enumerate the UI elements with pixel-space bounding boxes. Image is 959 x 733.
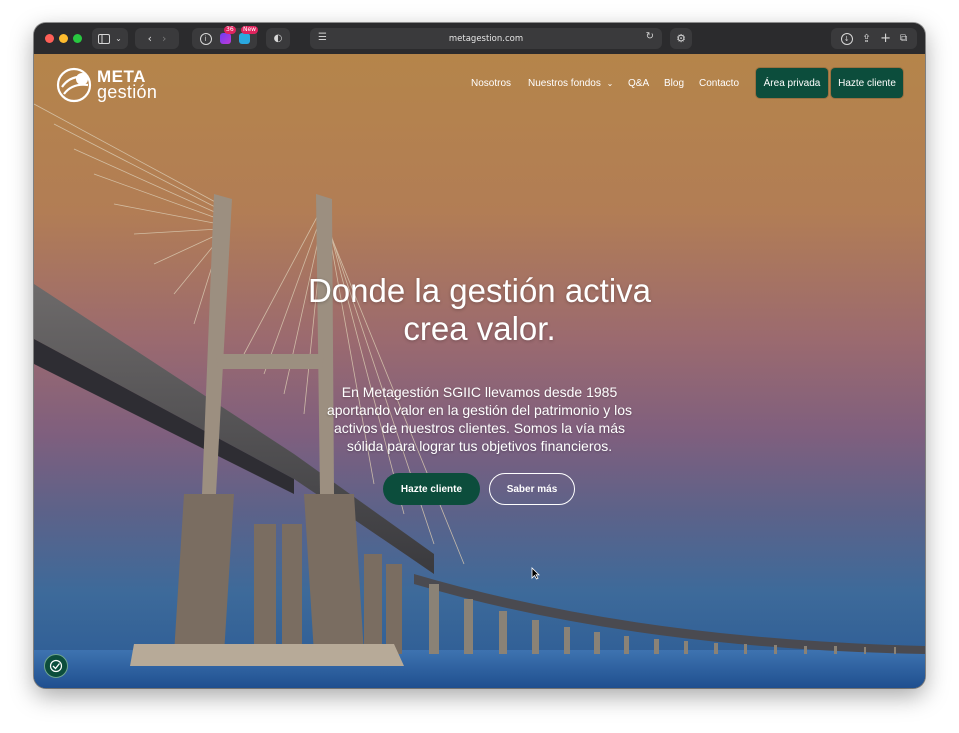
browser-toolbar: ⌄ ‹ › i 36 New ◐ ☰ metagestion.com ↻ ⚙ ↓… <box>34 23 925 55</box>
close-window-button[interactable] <box>45 34 54 43</box>
chevron-down-icon: ⌄ <box>115 34 122 43</box>
address-bar[interactable]: ☰ metagestion.com ↻ <box>310 28 662 49</box>
share-icon[interactable]: ⇪ <box>862 32 871 45</box>
page-settings-button[interactable]: ⚙ <box>670 28 692 49</box>
chevron-down-icon: ⌄ <box>606 79 614 88</box>
back-icon[interactable]: ‹ <box>148 32 152 45</box>
extension-2-icon[interactable] <box>238 33 250 44</box>
privacy-button[interactable]: ◐ <box>266 28 290 49</box>
bridge-background-image <box>34 103 925 688</box>
hero-title: Donde la gestión activa crea valor. <box>234 272 725 348</box>
extension-1-badge: 36 <box>224 26 236 34</box>
logo-mark-icon <box>56 67 92 103</box>
url-text: metagestion.com <box>448 33 524 44</box>
new-tab-icon[interactable]: + <box>880 31 891 46</box>
area-privada-button[interactable]: Área privada <box>756 68 828 98</box>
extension-1-icon[interactable] <box>219 33 231 44</box>
forward-icon[interactable]: › <box>162 32 166 45</box>
nav-link-nuestros-fondos[interactable]: Nuestros fondos ⌄ <box>528 78 613 89</box>
accessibility-widget-button[interactable] <box>44 654 68 678</box>
tabs-overview-icon[interactable]: ⧉ <box>900 33 907 44</box>
shield-icon: ◐ <box>273 33 283 44</box>
hero-description: En Metagestión SGIIC llevamos desde 1985… <box>326 384 633 454</box>
reader-icon[interactable]: ☰ <box>318 32 327 43</box>
mouse-cursor-icon <box>531 567 540 580</box>
browser-window: ⌄ ‹ › i 36 New ◐ ☰ metagestion.com ↻ ⚙ ↓… <box>34 23 925 688</box>
reload-icon[interactable]: ↻ <box>646 31 654 42</box>
extension-2-badge: New <box>241 26 259 34</box>
metagestion-logo[interactable]: META gestión <box>56 65 171 103</box>
nav-link-contacto[interactable]: Contacto <box>699 78 739 89</box>
hazte-cliente-hero-button[interactable]: Hazte cliente <box>383 473 480 505</box>
nav-link-nuestros-fondos-label: Nuestros fondos <box>528 78 601 89</box>
site-header: META gestión Nosotros Nuestros fondos ⌄ … <box>34 54 925 116</box>
zoom-window-button[interactable] <box>73 34 82 43</box>
nav-link-nosotros[interactable]: Nosotros <box>471 78 511 89</box>
hero-title-line-2: crea valor. <box>403 310 556 347</box>
sidebar-icon <box>98 33 111 44</box>
sidebar-toggle-button[interactable]: ⌄ <box>92 28 128 49</box>
extensions-group: i 36 New <box>192 26 259 49</box>
download-icon[interactable]: ↓ <box>840 32 853 45</box>
logo-text-bottom: gestión <box>97 82 158 102</box>
website-page: META gestión Nosotros Nuestros fondos ⌄ … <box>34 54 925 688</box>
hazte-cliente-nav-button[interactable]: Hazte cliente <box>831 68 903 98</box>
nav-link-blog[interactable]: Blog <box>664 78 684 89</box>
right-toolbar-group: ↓ ⇪ + ⧉ <box>831 28 917 49</box>
settings-icon: ⚙ <box>676 32 686 45</box>
saber-mas-button[interactable]: Saber más <box>489 473 575 505</box>
minimize-window-button[interactable] <box>59 34 68 43</box>
hero-title-line-1: Donde la gestión activa <box>307 272 652 309</box>
accessibility-icon <box>49 659 63 673</box>
info-icon[interactable]: i <box>199 32 212 45</box>
nav-link-qa[interactable]: Q&A <box>628 78 649 89</box>
history-navigation: ‹ › <box>135 28 179 49</box>
